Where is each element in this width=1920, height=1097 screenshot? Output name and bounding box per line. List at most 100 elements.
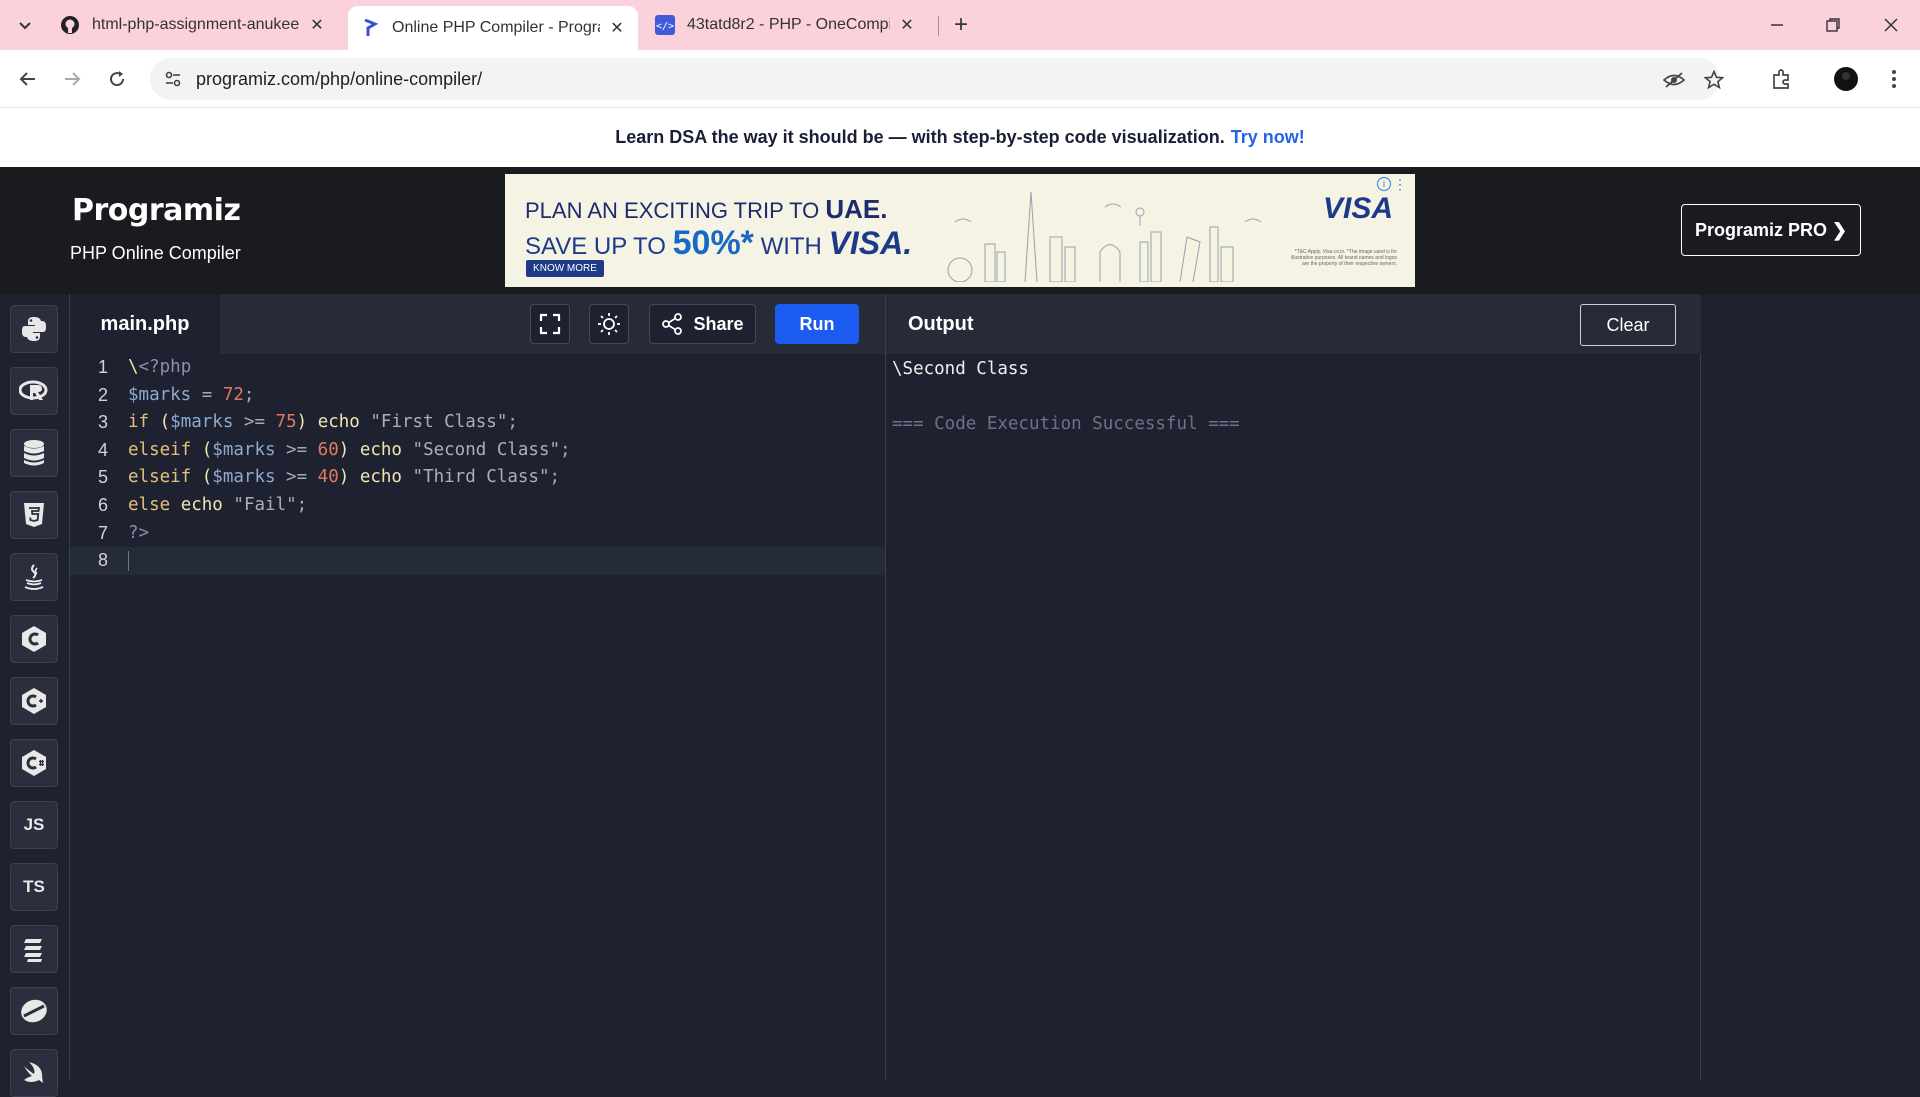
code-token: ( bbox=[149, 412, 171, 433]
code-token: 72 bbox=[222, 384, 244, 405]
code-line[interactable]: 3 if ($marks >= 75) echo "First Class"; bbox=[70, 409, 885, 437]
forward-arrow-icon[interactable] bbox=[58, 65, 86, 93]
promo-banner: Learn DSA the way it should be — with st… bbox=[0, 108, 1920, 167]
tab-programiz[interactable]: Online PHP Compiler - Programiz ✕ bbox=[348, 6, 638, 50]
output-header: Output Clear bbox=[886, 294, 1702, 354]
sql-icon[interactable] bbox=[10, 429, 58, 477]
address-bar[interactable]: programiz.com/php/online-compiler/ bbox=[150, 58, 1724, 100]
restore-icon[interactable] bbox=[1818, 12, 1848, 38]
code-token: $marks bbox=[170, 412, 234, 433]
line-number: 7 bbox=[97, 522, 108, 543]
output-result: \Second Class bbox=[892, 359, 1029, 379]
javascript-icon[interactable]: JS bbox=[10, 801, 58, 849]
code-line[interactable]: 7 ?> bbox=[70, 520, 885, 548]
code-line[interactable]: 4 elseif ($marks >= 60) echo "Second Clas… bbox=[70, 437, 885, 465]
typescript-icon[interactable]: TS bbox=[10, 863, 58, 911]
tab-onecompiler[interactable]: </> 43tatd8r2 - PHP - OneCompiler ✕ bbox=[643, 6, 928, 44]
code-token: ; bbox=[296, 494, 308, 515]
ad-menu-kebab-icon[interactable]: ⋮ bbox=[1393, 176, 1407, 193]
back-arrow-icon[interactable] bbox=[14, 65, 42, 93]
code-token: >= bbox=[275, 439, 318, 460]
execution-status: === Code Execution Successful === bbox=[892, 414, 1240, 435]
code-line[interactable]: 8 bbox=[70, 547, 885, 575]
r-icon[interactable] bbox=[10, 367, 58, 415]
run-button[interactable]: Run bbox=[775, 304, 859, 344]
code-line[interactable]: 5 elseif ($marks >= 40) echo "Third Class… bbox=[70, 464, 885, 492]
fullscreen-icon[interactable] bbox=[530, 304, 570, 344]
code-token: ) bbox=[338, 467, 360, 488]
ad-know-more-button[interactable]: KNOW MORE bbox=[526, 260, 604, 277]
reload-icon[interactable] bbox=[103, 65, 131, 93]
tab-close-icon[interactable]: ✕ bbox=[608, 18, 626, 38]
promo-try-now-link[interactable]: Try now! bbox=[1231, 127, 1305, 148]
programiz-pro-button[interactable]: Programiz PRO ❯ bbox=[1681, 204, 1861, 256]
ad-info-icon[interactable]: i bbox=[1377, 177, 1391, 191]
tab-github[interactable]: html-php-assignment-anukeerti ✕ bbox=[48, 6, 338, 44]
python-icon[interactable] bbox=[10, 305, 58, 353]
extensions-puzzle-icon[interactable] bbox=[1768, 65, 1796, 93]
rail-label: TS bbox=[23, 877, 45, 896]
share-label: Share bbox=[693, 313, 744, 334]
code-token: "First Class" bbox=[370, 412, 508, 433]
code-line[interactable]: 2 $marks = 72; bbox=[70, 382, 885, 410]
output-console[interactable]: \Second Class === Code Execution Success… bbox=[892, 356, 1240, 439]
tracking-protection-eye-icon[interactable] bbox=[1662, 68, 1686, 92]
tab-search-chevron-icon[interactable] bbox=[10, 12, 40, 38]
php-icon[interactable] bbox=[10, 987, 58, 1035]
code-text: ?> bbox=[128, 520, 149, 548]
code-text: if ($marks >= 75) echo "First Class"; bbox=[128, 409, 518, 437]
theme-toggle-sun-icon[interactable] bbox=[589, 304, 629, 344]
file-tab-main-php[interactable]: main.php bbox=[70, 294, 220, 354]
browser-toolbar: programiz.com/php/online-compiler/ bbox=[0, 50, 1920, 108]
code-token: ; bbox=[243, 384, 255, 405]
code-token: >= bbox=[233, 412, 276, 433]
site-header: Programiz PHP Online Compiler PLAN AN EX… bbox=[0, 167, 1920, 294]
text-cursor bbox=[128, 551, 129, 572]
share-button[interactable]: Share bbox=[649, 304, 756, 344]
minimize-icon[interactable] bbox=[1762, 12, 1792, 38]
code-token: = bbox=[191, 384, 223, 405]
code-line[interactable]: 6 else echo "Fail"; bbox=[70, 492, 885, 520]
code-text: elseif ($marks >= 40) echo "Third Class"… bbox=[128, 464, 560, 492]
code-area[interactable]: 1 \<?php 2 $marks = 72; 3 if ($marks >= 75) e… bbox=[70, 354, 885, 575]
programiz-logo[interactable]: Programiz bbox=[72, 193, 241, 228]
code-token: ; bbox=[507, 412, 518, 433]
code-text: elseif ($marks >= 60) echo "Second Class… bbox=[128, 437, 571, 465]
code-editor-panel: main.php Share Run 1 \<?php 2 $marks = 72; 3… bbox=[70, 294, 885, 1080]
code-line[interactable]: 1 \<?php bbox=[70, 354, 885, 382]
bookmark-star-icon[interactable] bbox=[1702, 68, 1726, 92]
code-token: <?php bbox=[138, 357, 192, 377]
profile-avatar-icon[interactable] bbox=[1832, 65, 1860, 93]
code-token: elseif bbox=[128, 467, 192, 488]
code-token: echo bbox=[317, 412, 360, 433]
line-number: 5 bbox=[97, 467, 108, 488]
tab-close-icon[interactable]: ✕ bbox=[308, 15, 326, 35]
visa-ad-banner[interactable]: PLAN AN EXCITING TRIP TO UAE. SAVE UP TO… bbox=[505, 174, 1415, 287]
csharp-icon[interactable] bbox=[10, 739, 58, 787]
close-window-icon[interactable] bbox=[1876, 12, 1906, 38]
html5-icon[interactable] bbox=[10, 491, 58, 539]
site-settings-icon[interactable] bbox=[162, 68, 184, 90]
new-tab-plus-icon[interactable]: + bbox=[948, 11, 974, 38]
code-token: "Third Class" bbox=[412, 467, 550, 488]
go-icon[interactable] bbox=[10, 925, 58, 973]
ad-skyline-illustration bbox=[947, 191, 1262, 282]
browser-menu-kebab-icon[interactable] bbox=[1880, 65, 1908, 93]
output-title: Output bbox=[908, 313, 974, 335]
swift-icon[interactable] bbox=[10, 1049, 58, 1097]
cpp-icon[interactable] bbox=[10, 677, 58, 725]
rail-label: JS bbox=[23, 815, 45, 834]
java-icon[interactable] bbox=[10, 553, 58, 601]
code-token: $marks bbox=[212, 439, 276, 460]
language-sidebar: JS TS bbox=[0, 294, 70, 1097]
tab-title: html-php-assignment-anukeerti bbox=[92, 16, 300, 33]
clear-button[interactable]: Clear bbox=[1580, 304, 1676, 346]
tab-close-icon[interactable]: ✕ bbox=[898, 15, 916, 35]
line-number: 6 bbox=[97, 494, 108, 515]
code-token: $marks bbox=[128, 384, 192, 405]
c-icon[interactable] bbox=[10, 615, 58, 663]
code-token: echo bbox=[180, 494, 223, 515]
